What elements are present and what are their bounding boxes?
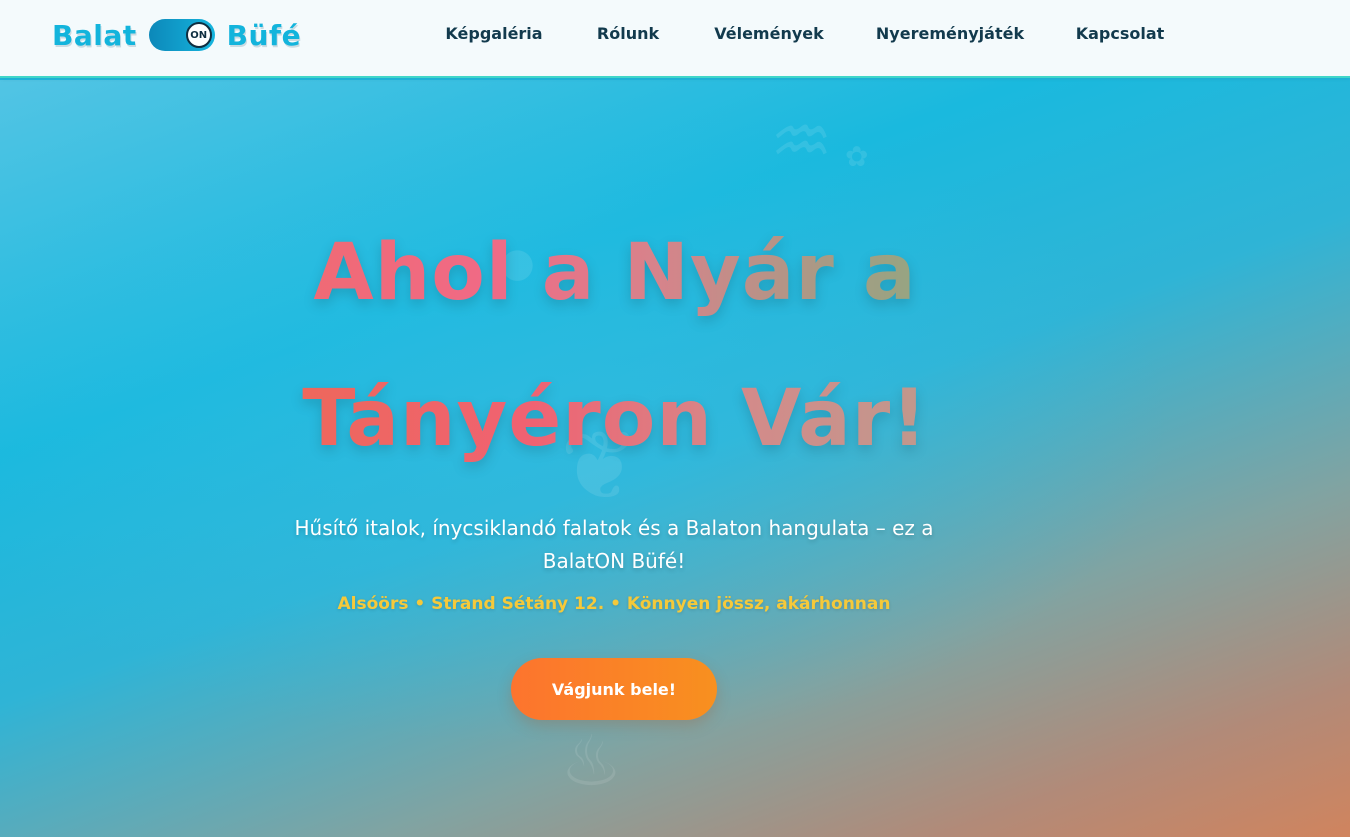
site-header: Balat ON Büfé Képgaléria Rólunk Vélemény…: [0, 0, 1350, 78]
logo-text-left: Balat: [52, 18, 137, 52]
logo[interactable]: Balat ON Büfé: [52, 16, 301, 54]
hero-section: ♒ ✿ ❦ ♨ ● Ahol a Nyár a Tányéron Vár! Hű…: [0, 80, 1350, 837]
logo-toggle-icon: ON: [148, 19, 215, 51]
nav-link-gallery[interactable]: Képgaléria: [445, 24, 542, 43]
decorative-drink-icon: ♨: [560, 720, 623, 802]
logo-text-right: Büfé: [226, 18, 302, 52]
cta-button[interactable]: Vágjunk bele!: [511, 658, 717, 720]
nav-link-contact[interactable]: Kapcsolat: [1076, 24, 1165, 43]
logo-toggle-knob: ON: [185, 22, 212, 48]
decorative-fish-icon: ♒: [770, 100, 833, 182]
nav-link-about[interactable]: Rólunk: [597, 24, 659, 43]
hero-headline-line-2: Tányéron Vár!: [200, 374, 1030, 464]
hero-headline-line-1: Ahol a Nyár a: [200, 228, 1030, 318]
nav-link-reviews[interactable]: Vélemények: [714, 24, 824, 43]
decorative-sparkle-icon: ✿: [845, 140, 869, 173]
nav-link-giveaway[interactable]: Nyereményjáték: [876, 24, 1024, 43]
hero-address: Alsóörs • Strand Sétány 12. • Könnyen jö…: [337, 594, 891, 614]
hero-subtitle: Hűsítő italok, ínycsiklandó falatok és a…: [294, 516, 934, 573]
